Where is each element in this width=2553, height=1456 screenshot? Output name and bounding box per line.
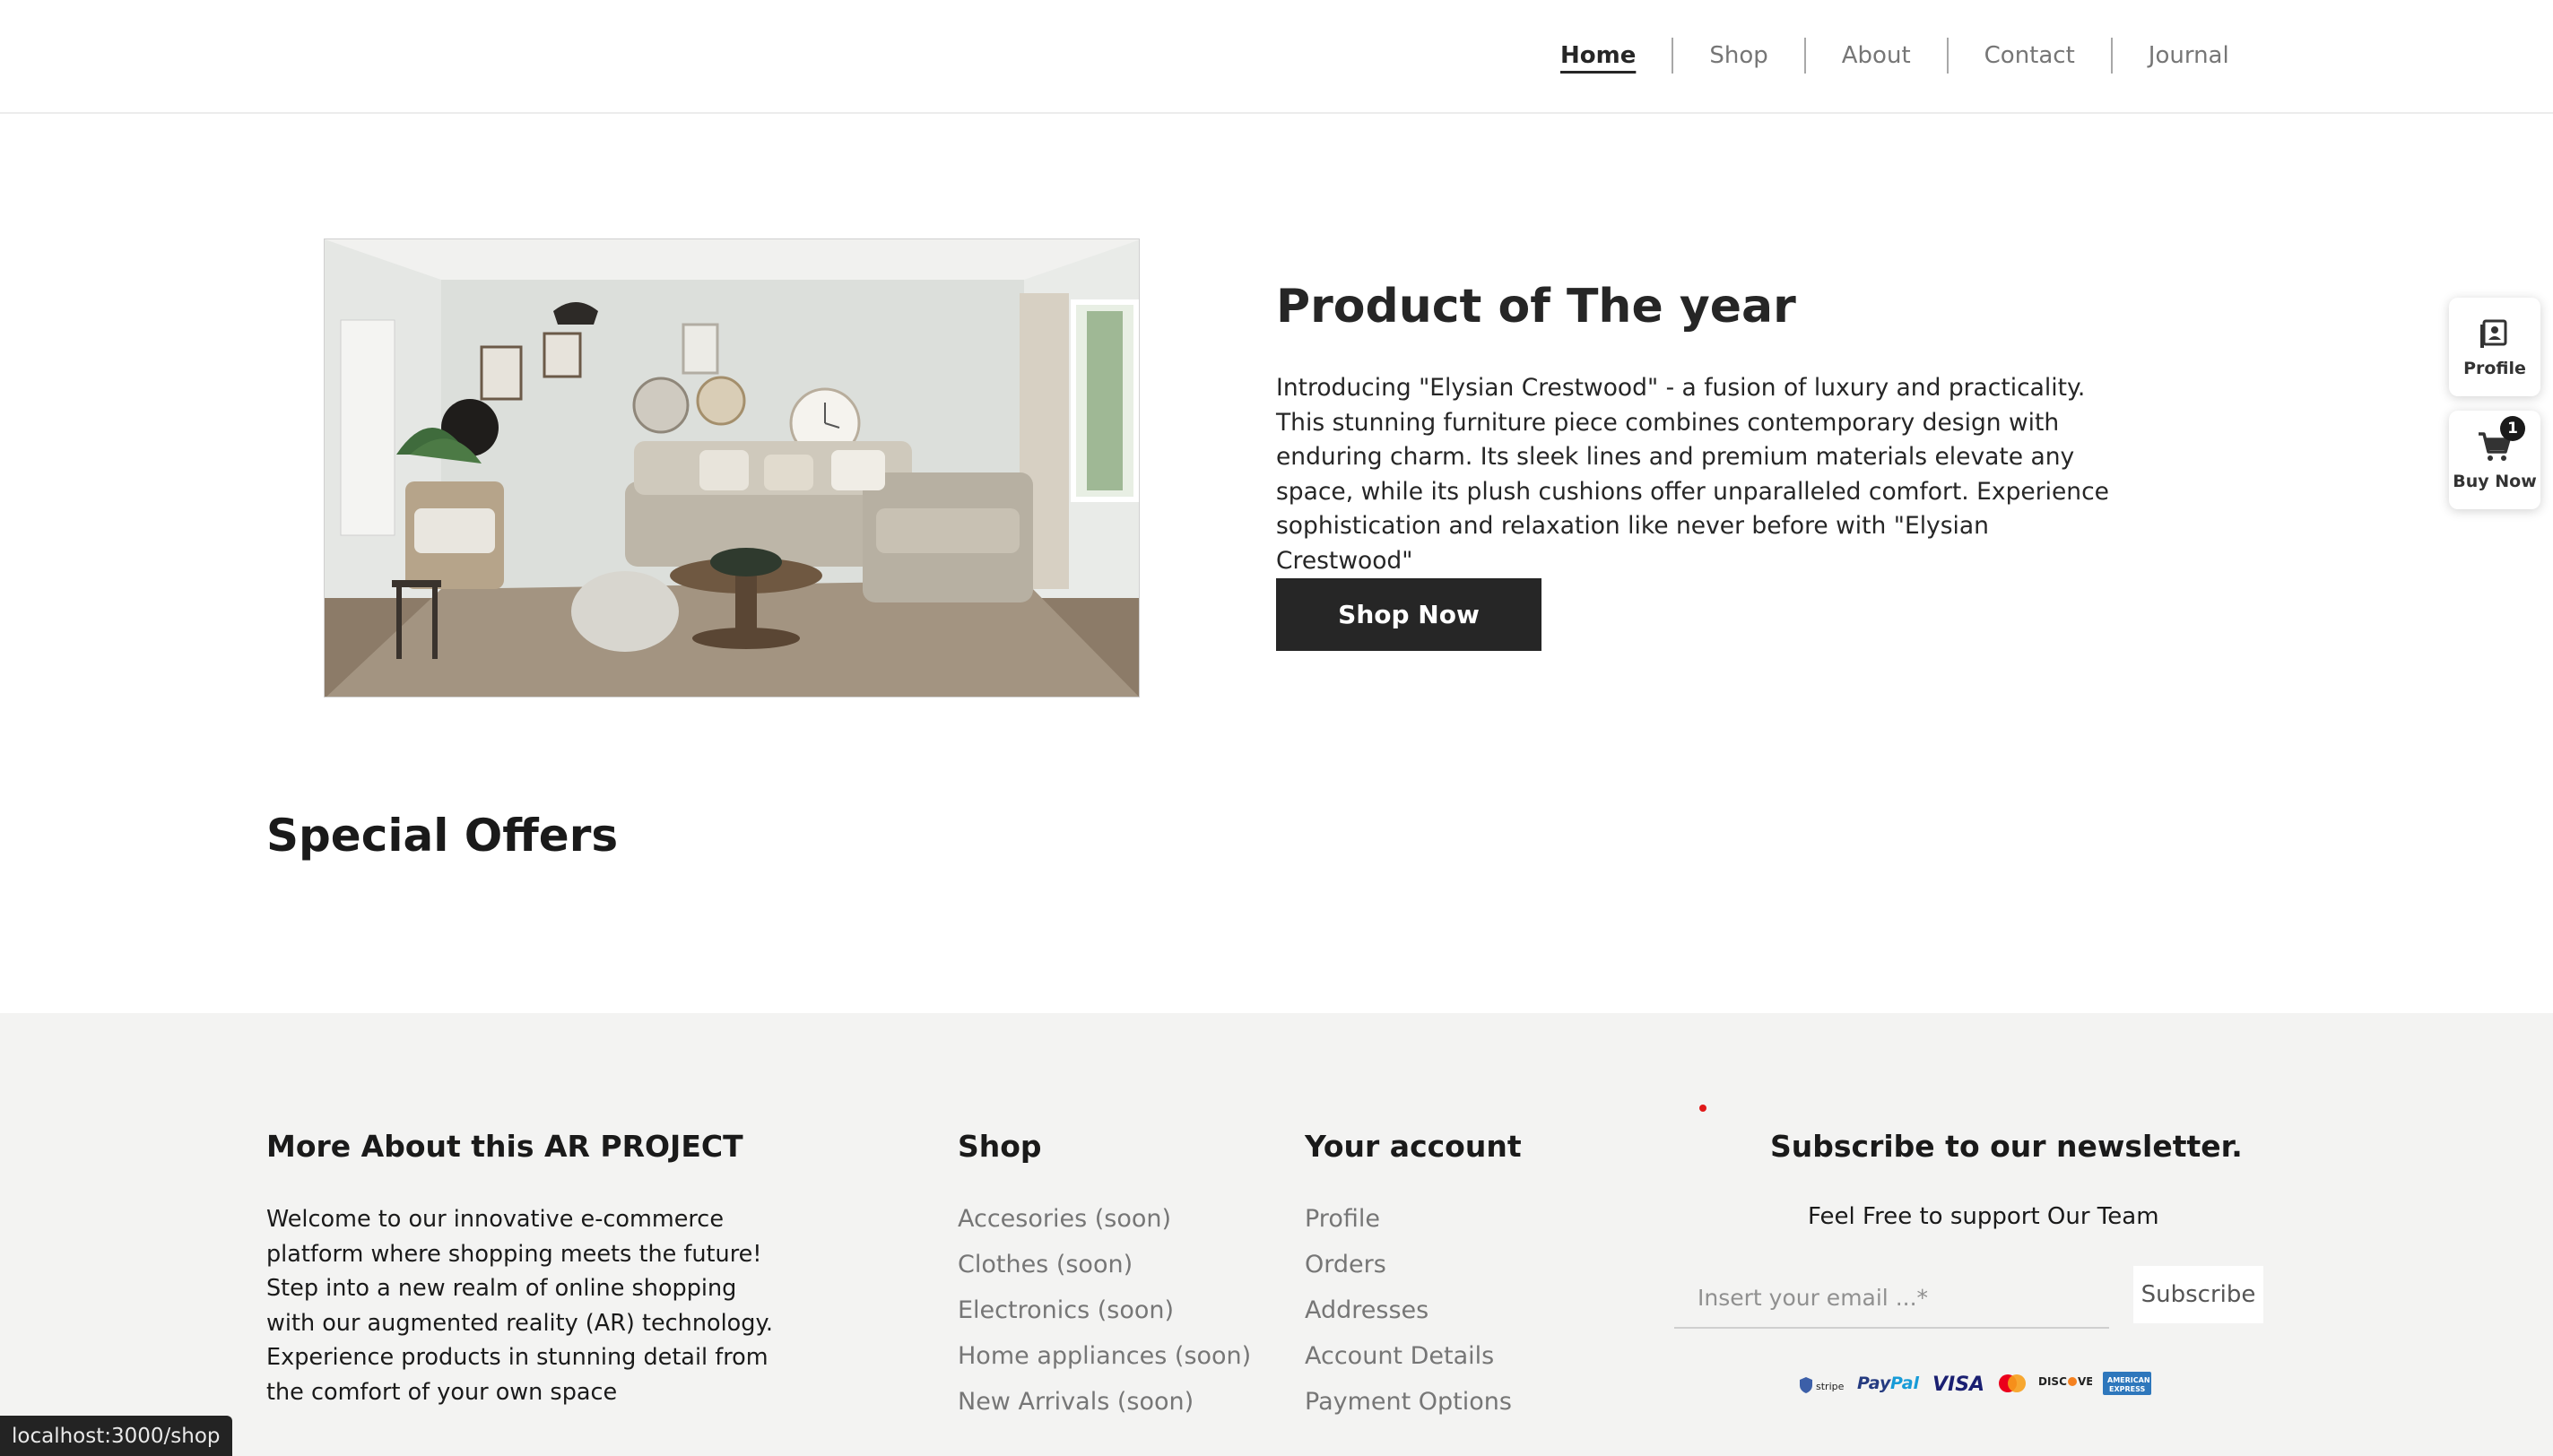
stripe-logo-icon: stripe bbox=[1799, 1376, 1846, 1394]
footer-shop-link[interactable]: New Arrivals (soon) bbox=[958, 1384, 1251, 1430]
subscribe-button[interactable]: Subscribe bbox=[2133, 1266, 2263, 1323]
profile-widget-button[interactable]: Profile bbox=[2449, 298, 2540, 396]
site-header: Home Shop About Contact Journal bbox=[0, 0, 2553, 114]
special-offers-heading: Special Offers bbox=[266, 810, 619, 862]
hero-title: Product of The year bbox=[1276, 280, 1796, 334]
footer-account-link[interactable]: Account Details bbox=[1305, 1339, 1512, 1384]
svg-text:VISA: VISA bbox=[1932, 1374, 1984, 1395]
footer-account-link[interactable]: Profile bbox=[1305, 1201, 1512, 1247]
buy-now-widget-button[interactable]: 1 Buy Now bbox=[2449, 411, 2540, 509]
svg-text:Pal: Pal bbox=[1890, 1374, 1920, 1393]
footer-about-heading: More About this AR PROJECT bbox=[266, 1129, 743, 1164]
nav-contact-link[interactable]: Contact bbox=[1949, 42, 2111, 69]
footer-shop-list: Accesories (soon) Clothes (soon) Electro… bbox=[958, 1201, 1251, 1430]
visa-logo-icon: VISA bbox=[1932, 1372, 1986, 1399]
footer-shop-link[interactable]: Clothes (soon) bbox=[958, 1247, 1251, 1293]
buy-now-widget-label: Buy Now bbox=[2453, 472, 2537, 491]
shop-now-button[interactable]: Shop Now bbox=[1276, 578, 1541, 651]
footer-shop-link[interactable]: Home appliances (soon) bbox=[958, 1339, 1251, 1384]
cart-count-badge: 1 bbox=[2500, 416, 2525, 441]
newsletter-email-input[interactable] bbox=[1674, 1268, 2109, 1329]
hero-description: Introducing "Elysian Crestwood" - a fusi… bbox=[1276, 374, 2109, 575]
svg-text:Pay: Pay bbox=[1857, 1374, 1892, 1393]
footer-shop-heading: Shop bbox=[958, 1129, 1042, 1164]
living-room-photo bbox=[325, 239, 1139, 697]
paypal-logo-icon: Pay Pal bbox=[1857, 1372, 1922, 1399]
svg-text:AMERICAN: AMERICAN bbox=[2107, 1376, 2150, 1384]
footer-account-link[interactable]: Orders bbox=[1305, 1247, 1512, 1293]
american-express-logo-icon: AMERICAN EXPRESS bbox=[2103, 1372, 2151, 1399]
mastercard-logo-icon bbox=[1997, 1374, 2028, 1397]
contact-book-icon bbox=[2479, 317, 2511, 353]
discover-logo-icon: DISC VER bbox=[2038, 1374, 2102, 1397]
svg-text:DISC: DISC bbox=[2038, 1375, 2067, 1388]
browser-status-bar: localhost:3000/shop bbox=[0, 1416, 232, 1456]
footer-account-link[interactable]: Payment Options bbox=[1305, 1384, 1512, 1430]
svg-text:VER: VER bbox=[2078, 1375, 2092, 1388]
footer-account-link[interactable]: Addresses bbox=[1305, 1293, 1512, 1339]
footer-account-list: Profile Orders Addresses Account Details… bbox=[1305, 1201, 1512, 1430]
newsletter-heading: Subscribe to our newsletter. bbox=[1770, 1129, 2243, 1164]
payment-methods-row: stripe PayPal VISA DISC VER AMERICANEXPRE… bbox=[1799, 1368, 2151, 1402]
svg-text:EXPRESS: EXPRESS bbox=[2109, 1385, 2146, 1393]
newsletter-support-text: Feel Free to support Our Team bbox=[1808, 1203, 2159, 1230]
red-dot-marker bbox=[1699, 1105, 1706, 1112]
footer-shop-link[interactable]: Accesories (soon) bbox=[958, 1201, 1251, 1247]
main-nav: Home Shop About Contact Journal bbox=[1524, 0, 2265, 111]
profile-widget-label: Profile bbox=[2463, 359, 2526, 378]
nav-about-link[interactable]: About bbox=[1806, 42, 1947, 69]
footer-shop-link[interactable]: Electronics (soon) bbox=[958, 1293, 1251, 1339]
svg-text:stripe: stripe bbox=[1816, 1381, 1845, 1392]
footer-account-heading: Your account bbox=[1305, 1129, 1522, 1164]
nav-home-link[interactable]: Home bbox=[1524, 42, 1672, 69]
nav-journal-link[interactable]: Journal bbox=[2113, 42, 2265, 69]
product-of-year-image bbox=[324, 238, 1140, 698]
footer-about-text: Welcome to our innovative e-commerce pla… bbox=[266, 1206, 774, 1406]
nav-shop-link[interactable]: Shop bbox=[1673, 42, 1803, 69]
